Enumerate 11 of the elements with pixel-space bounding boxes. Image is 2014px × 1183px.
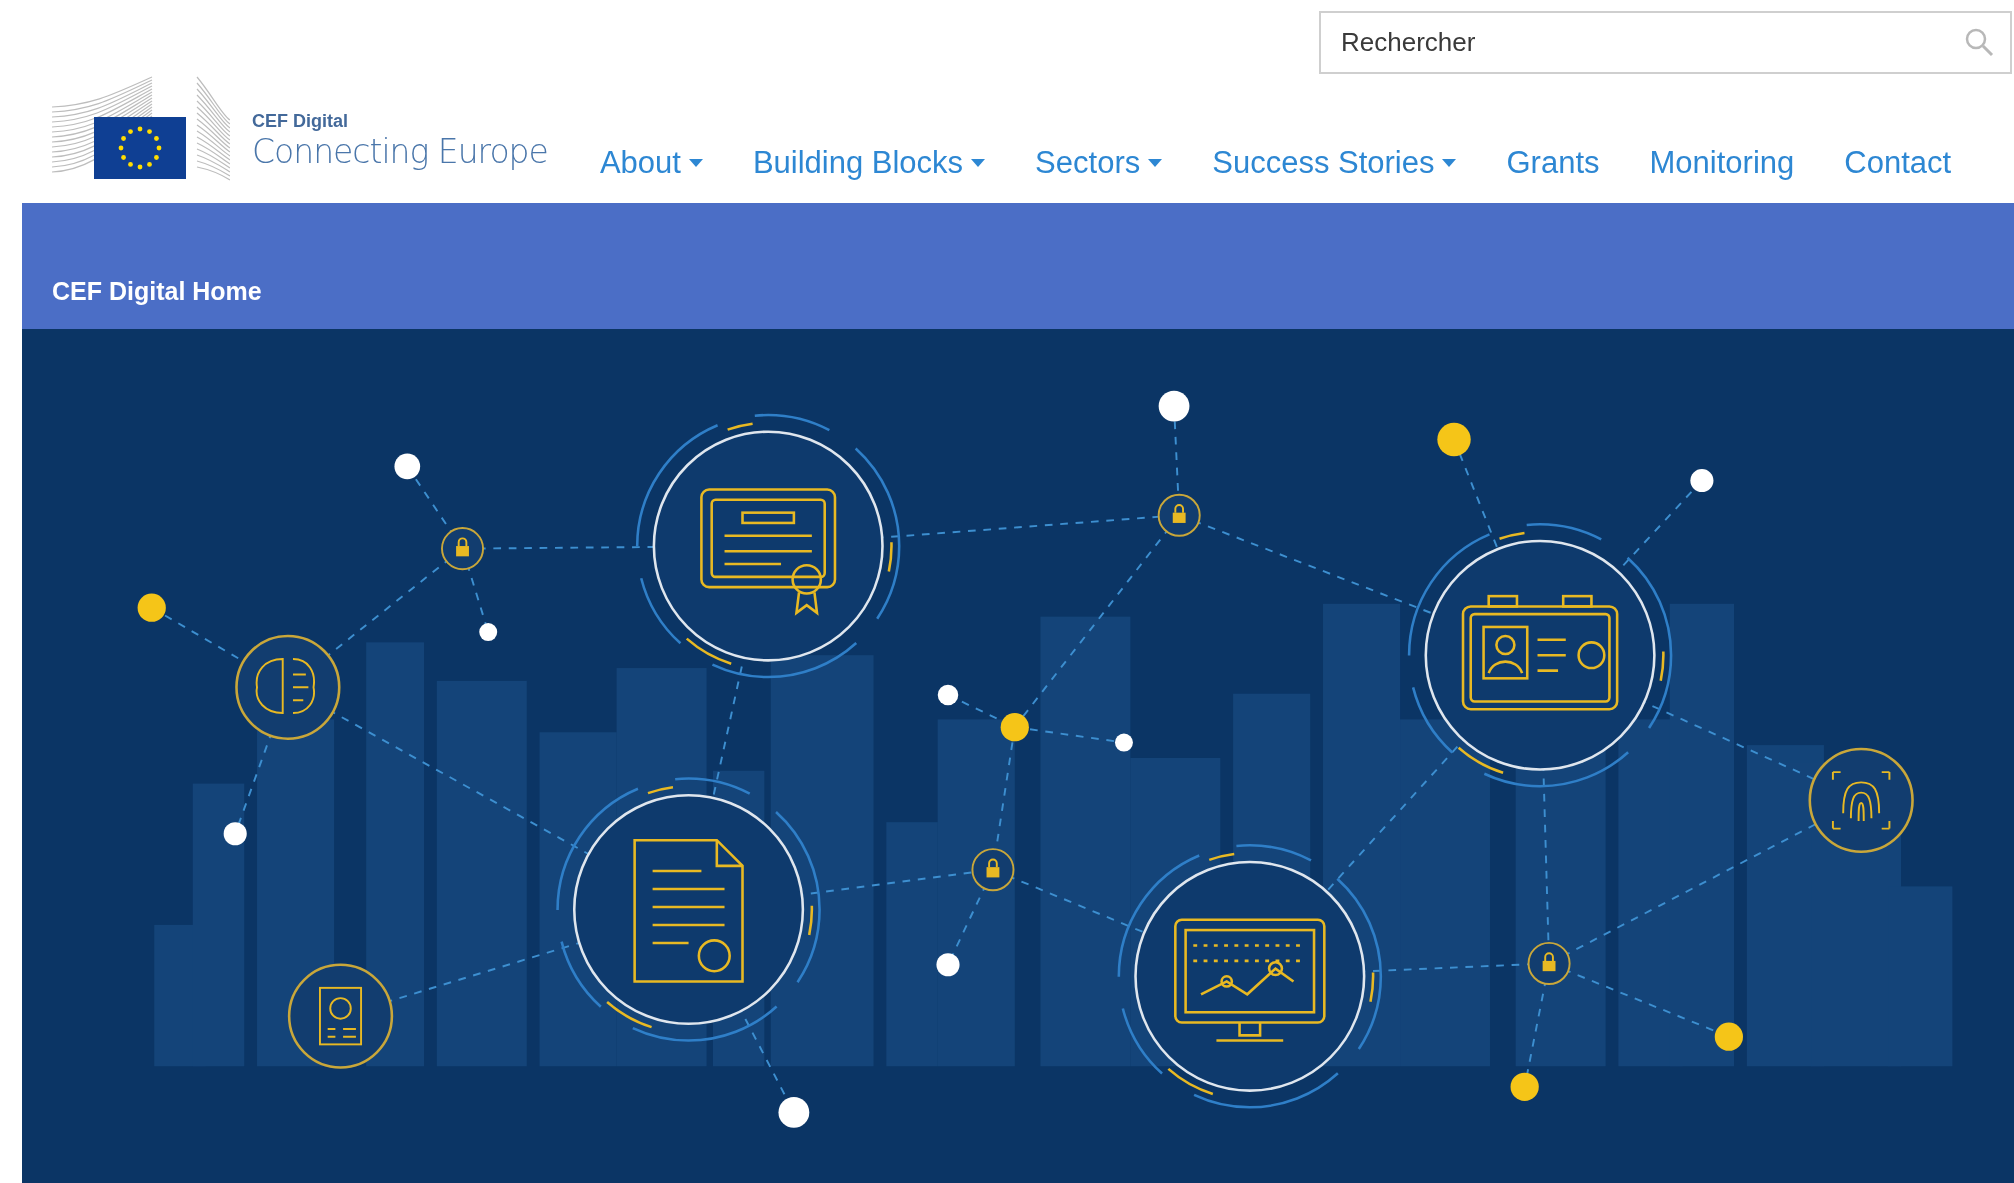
nav-link[interactable]: Monitoring xyxy=(1649,145,1795,181)
search-field[interactable]: Rechercher xyxy=(1319,11,2012,74)
nav-link[interactable]: Contact xyxy=(1844,145,1952,181)
nav-link[interactable]: Building Blocks xyxy=(752,145,986,181)
logo-title: Connecting Europe xyxy=(252,132,548,171)
nav-link[interactable]: About xyxy=(599,145,703,181)
nav-link[interactable]: Success Stories xyxy=(1212,145,1457,181)
breadcrumb-link[interactable]: CEF Digital Home xyxy=(52,277,262,306)
nav-link[interactable]: Sectors xyxy=(1035,145,1163,181)
logo-kicker: CEF Digital xyxy=(252,111,349,132)
nav-link[interactable]: Grants xyxy=(1506,145,1600,181)
